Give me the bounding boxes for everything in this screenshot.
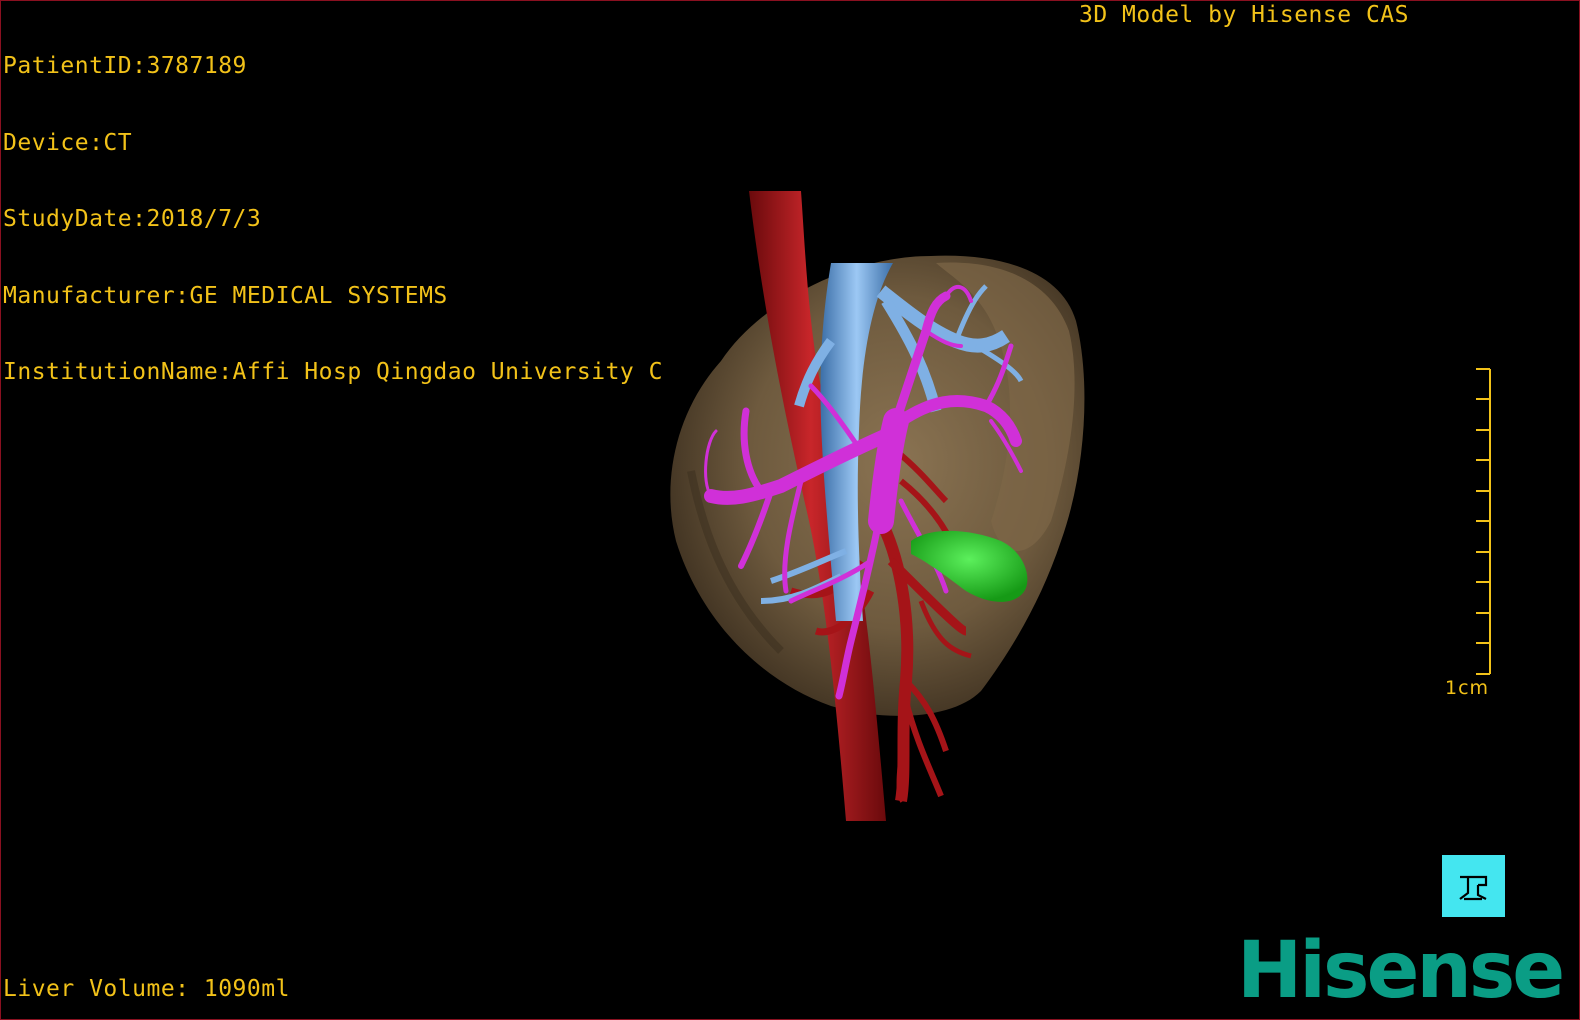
viewport-3d[interactable]: PatientID:3787189 Device:CT StudyDate:20… xyxy=(0,0,1580,1020)
orientation-button[interactable] xyxy=(1442,855,1505,917)
manufacturer-text: Manufacturer:GE MEDICAL SYSTEMS xyxy=(3,282,448,309)
institution-text: InstitutionName:Affi Hosp Qingdao Univer… xyxy=(3,359,663,385)
orientation-cube-icon xyxy=(1459,875,1488,901)
scale-bar xyxy=(1476,368,1491,675)
liver-volume-text: Liver Volume: 1090ml xyxy=(3,976,290,1002)
hisense-logo: Hisense xyxy=(1237,926,1565,1016)
dicom-metadata-overlay: PatientID:3787189 Device:CT StudyDate:20… xyxy=(3,3,663,437)
study-date-text: StudyDate:2018/7/3 xyxy=(3,206,262,232)
model-credit-text: 3D Model by Hisense CAS xyxy=(1079,2,1409,28)
patient-id-text: PatientID:3787189 xyxy=(3,53,247,79)
device-text: Device:CT xyxy=(3,129,133,156)
scale-bar-label: 1cm xyxy=(1445,677,1490,699)
